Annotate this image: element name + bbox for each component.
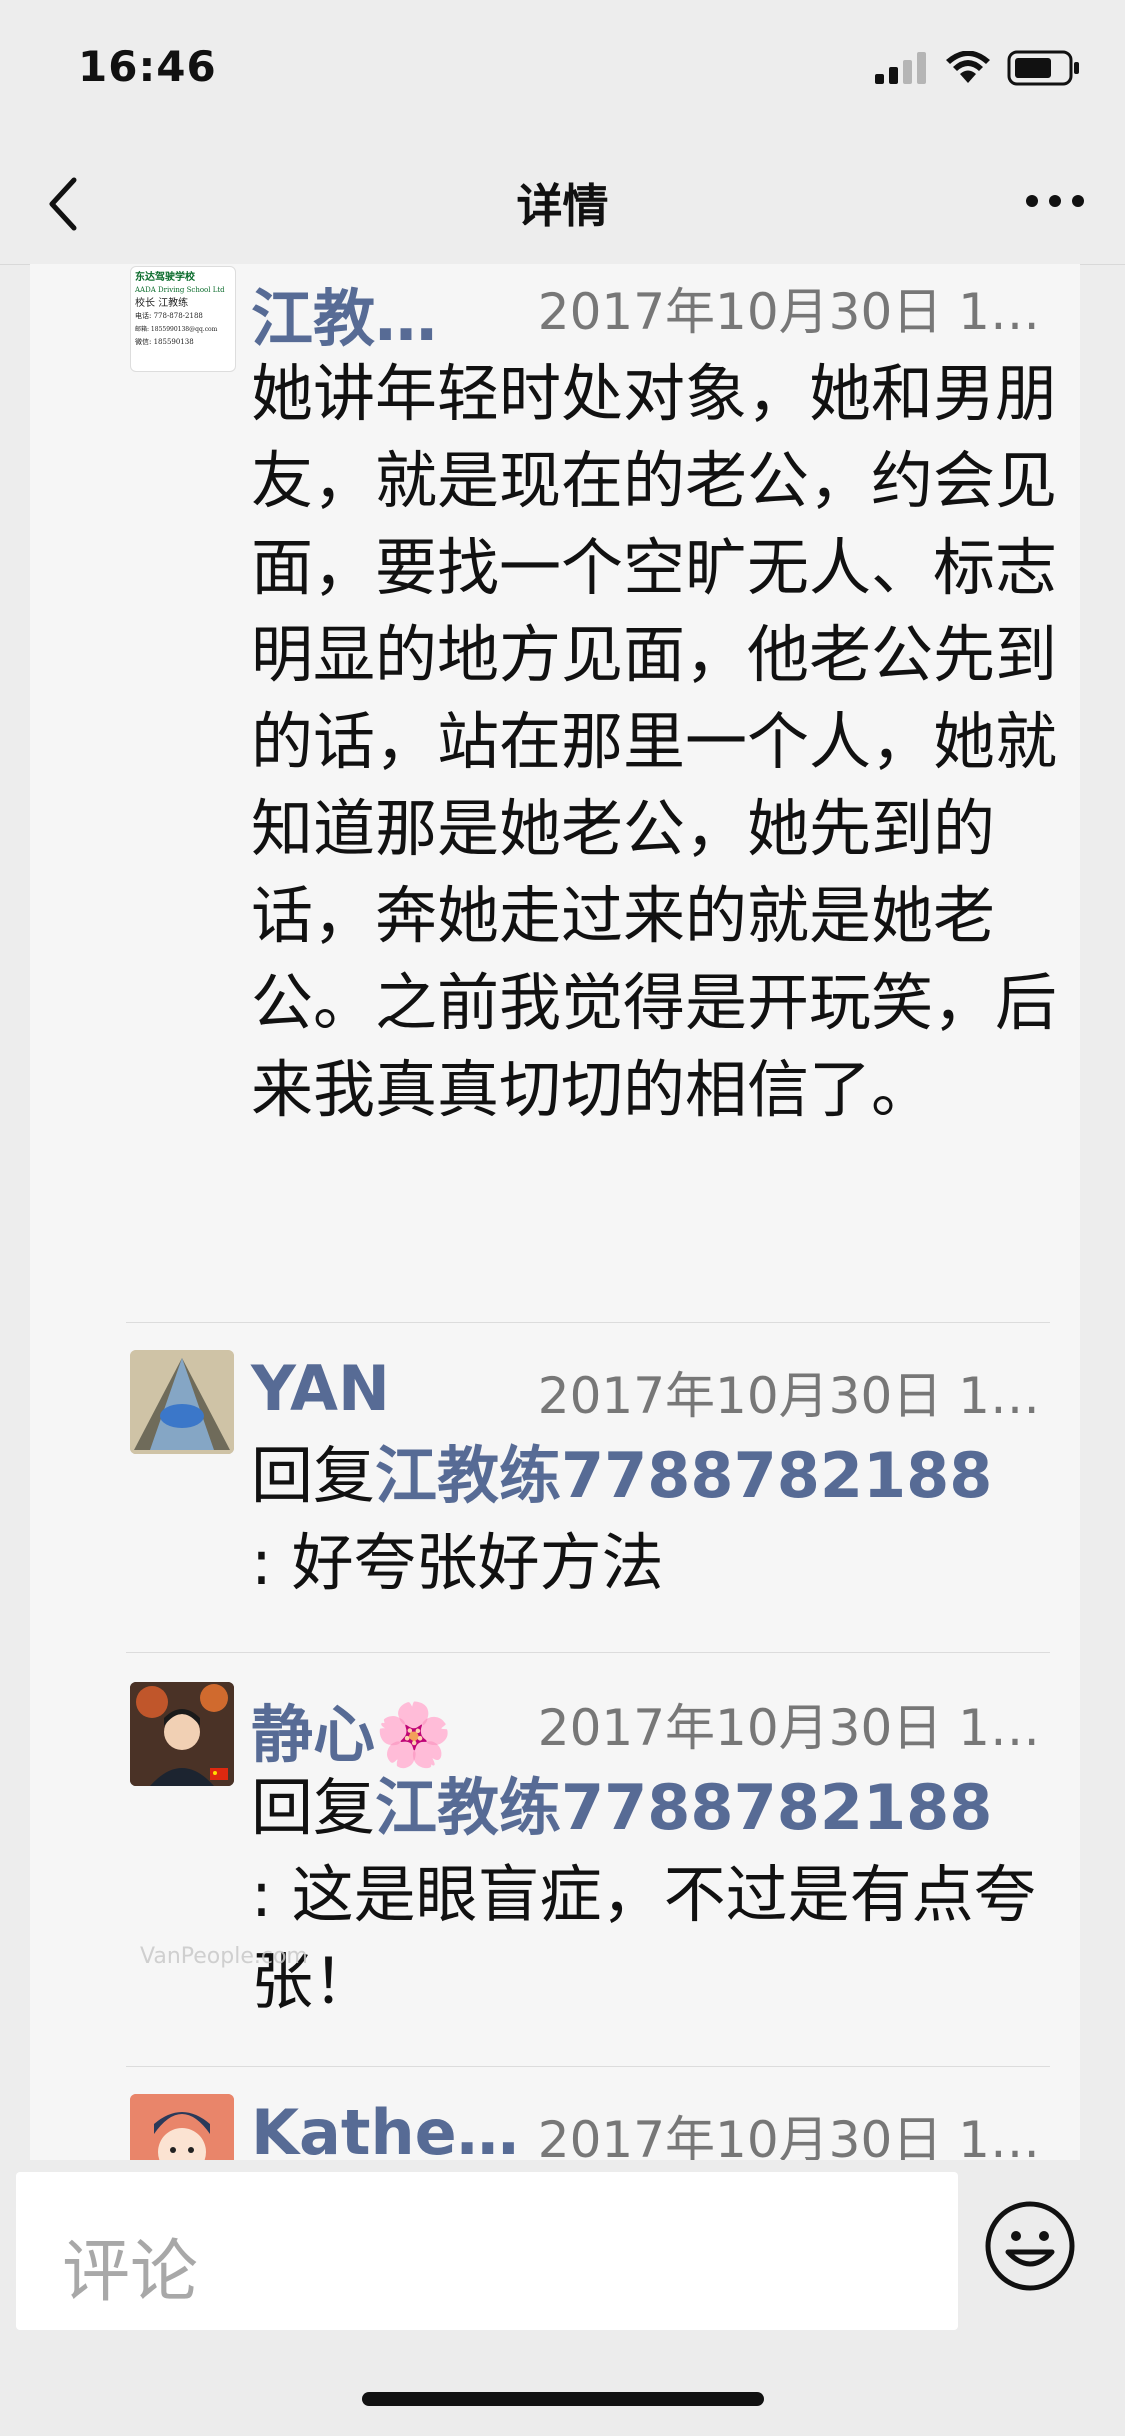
avatar[interactable] [130,2094,234,2160]
comment-time: 2017年10月30日 1… [537,283,1040,341]
comment-time: 2017年10月30日 1… [537,1367,1040,1425]
comment-author[interactable]: Kathe… [251,2096,519,2160]
comment-list[interactable]: 东达驾驶学校 AADA Driving School Ltd 校长 江教练 电话… [30,264,1080,2160]
avatar[interactable] [130,1350,234,1454]
divider [126,1322,1050,1323]
avatar-phone: 电话: 778-878-2188 [135,312,203,320]
reply-to-link[interactable]: 江教练7788782188 [375,1771,992,1844]
tent-photo-icon [130,1350,234,1454]
avatar-school: 东达驾驶学校 [135,272,195,283]
avatar-wechat: 微信: 185590138 [135,338,194,346]
comment-time: 2017年10月30日 1… [537,2111,1040,2160]
avatar-role: 校长 [135,298,155,309]
status-bar: 16:46 [0,0,1125,132]
comment-text: : 这是眼盲症，不过是有点夸张！ [251,1858,1036,2018]
emoji-icon[interactable] [982,2198,1078,2294]
page-title: 详情 [516,179,609,233]
avatar-person: 江教练 [158,298,189,309]
wifi-icon [946,51,990,83]
comment-author[interactable]: 静心🌸 [251,1684,452,1774]
comment-reply: 回复江教练7788782188 : 这是眼盲症，不过是有点夸张！ [251,1764,1059,2025]
comment-placeholder: 评论 [62,2233,199,2312]
nav-bar: 详情 [0,132,1125,265]
comment-author[interactable]: 江教… [251,268,437,358]
comment-input[interactable]: 评论 [16,2172,958,2330]
divider [126,1652,1050,1653]
battery-icon [1007,50,1079,86]
cellular-signal-icon [875,52,926,84]
person-photo-icon [130,1682,234,1786]
reply-to-link[interactable]: 江教练7788782188 [375,1439,992,1512]
watermark: VanPeople.com [140,1944,308,1969]
comment-text: 她讲年轻时处对象，她和男朋友，就是现在的老公，约会见面，要找一个空旷无人、标志明… [251,357,1058,1126]
status-icons [875,50,1081,86]
divider [126,2066,1050,2067]
avatar[interactable]: 东达驾驶学校 AADA Driving School Ltd 校长 江教练 电话… [130,266,236,372]
reply-prefix: 回复 [251,1771,376,1844]
more-options-icon[interactable] [1025,194,1085,208]
comment-time: 2017年10月30日 1… [537,1699,1040,1757]
reply-prefix: 回复 [251,1439,376,1512]
comment-reply: 回复江教练7788782188 : 好夸张好方法 [251,1432,1059,1606]
home-indicator[interactable] [362,2392,764,2406]
avatar-email: 邮箱: 1855990138@qq.com [135,326,218,333]
comment-text: : 好夸张好方法 [251,1526,664,1599]
avatar[interactable] [130,1682,234,1786]
comment-author[interactable]: YAN [251,1352,390,1425]
cartoon-avatar-icon [130,2094,234,2160]
avatar-school-en: AADA Driving School Ltd [135,286,225,294]
status-time: 16:46 [78,42,217,91]
